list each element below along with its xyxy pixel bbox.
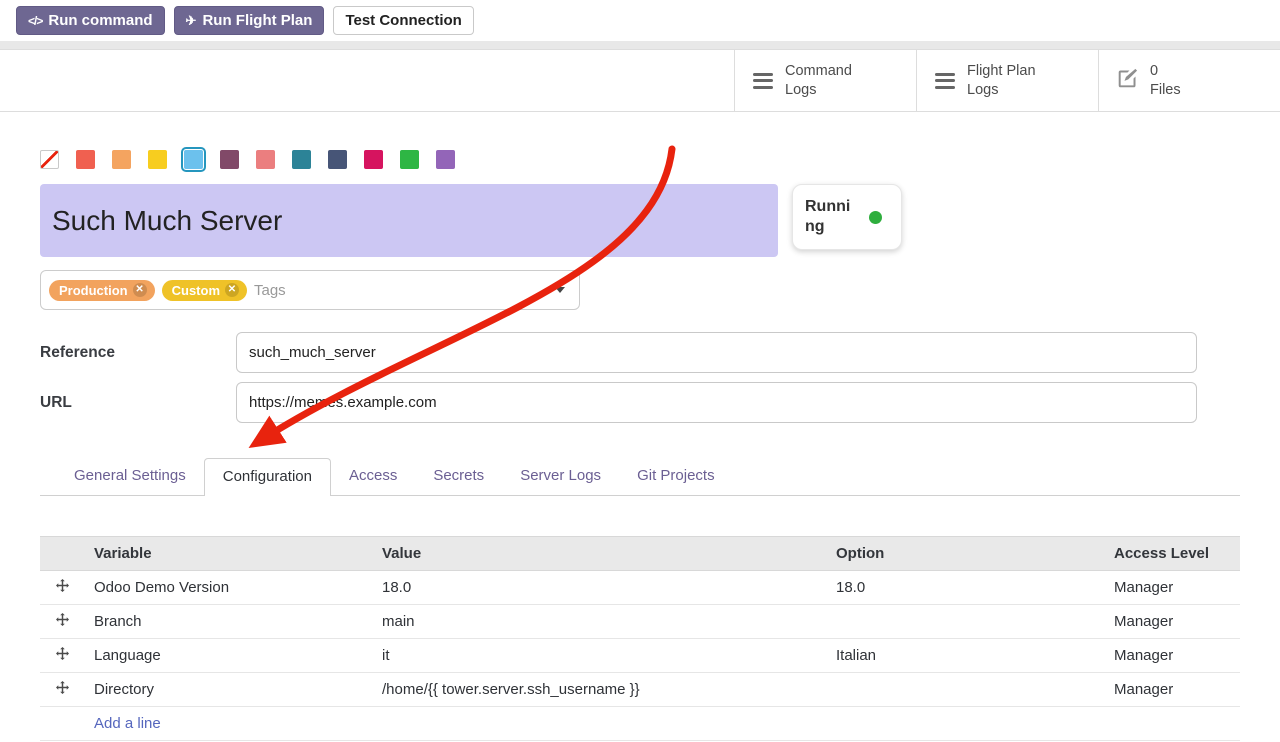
tags-placeholder: Tags xyxy=(254,282,286,299)
test-connection-label: Test Connection xyxy=(345,12,461,29)
column-header-value: Value xyxy=(372,537,826,571)
empty-cell xyxy=(40,707,84,741)
tab-access[interactable]: Access xyxy=(331,458,415,495)
menu-lines-icon xyxy=(753,69,773,92)
cell-variable[interactable]: Branch xyxy=(84,605,372,639)
column-header-variable: Variable xyxy=(84,537,372,571)
command-logs-button[interactable]: Command Logs xyxy=(734,50,916,111)
cell-access-level[interactable]: Manager xyxy=(1104,639,1240,673)
color-swatch-lightblue-selected[interactable] xyxy=(184,150,203,169)
remove-tag-icon[interactable]: ✕ xyxy=(225,283,239,297)
table-row[interactable]: Language it Italian Manager xyxy=(40,639,1240,673)
flight-plan-logs-button[interactable]: Flight Plan Logs xyxy=(916,50,1098,111)
reference-input[interactable] xyxy=(236,332,1197,373)
color-swatch-darkpurple[interactable] xyxy=(220,150,239,169)
separator-strip xyxy=(0,41,1280,50)
title-row: Running xyxy=(40,184,1240,257)
tab-git-projects[interactable]: Git Projects xyxy=(619,458,733,495)
reference-label: Reference xyxy=(40,344,236,362)
field-group: Reference URL xyxy=(40,332,1240,423)
table-row[interactable]: Directory /home/{{ tower.server.ssh_user… xyxy=(40,673,1240,707)
add-line-cell: Add a line xyxy=(84,707,1240,741)
color-swatch-teal[interactable] xyxy=(292,150,311,169)
tab-server-logs[interactable]: Server Logs xyxy=(502,458,619,495)
cell-value[interactable]: /home/{{ tower.server.ssh_username }} xyxy=(372,673,826,707)
run-flight-plan-button[interactable]: ✈ Run Flight Plan xyxy=(174,6,325,35)
color-swatch-magenta[interactable] xyxy=(364,150,383,169)
add-line-row: Add a line xyxy=(40,707,1240,741)
files-button[interactable]: 0 Files xyxy=(1098,50,1280,111)
files-label: 0 Files xyxy=(1150,62,1181,100)
chevron-down-icon[interactable] xyxy=(555,287,565,293)
url-input[interactable] xyxy=(236,382,1197,423)
color-swatch-red[interactable] xyxy=(76,150,95,169)
column-header-access-level: Access Level xyxy=(1104,537,1240,571)
url-field-row: URL xyxy=(40,382,1240,423)
run-command-button[interactable]: </> Run command xyxy=(16,6,165,35)
reference-field-row: Reference xyxy=(40,332,1240,373)
color-palette xyxy=(40,150,1240,169)
remove-tag-icon[interactable]: ✕ xyxy=(133,283,147,297)
color-swatch-navy[interactable] xyxy=(328,150,347,169)
form-sheet: Running Production ✕ Custom ✕ Tags Refer… xyxy=(0,150,1280,741)
add-line-link[interactable]: Add a line xyxy=(94,715,161,732)
table-row[interactable]: Odoo Demo Version 18.0 18.0 Manager xyxy=(40,571,1240,605)
column-header-option: Option xyxy=(826,537,1104,571)
drag-handle-icon[interactable] xyxy=(40,673,84,707)
color-swatch-orange[interactable] xyxy=(112,150,131,169)
url-label: URL xyxy=(40,394,236,412)
run-command-label: Run command xyxy=(48,12,152,29)
cell-variable[interactable]: Language xyxy=(84,639,372,673)
tab-general-settings[interactable]: General Settings xyxy=(56,458,204,495)
status-green-dot-icon xyxy=(869,211,882,224)
color-swatch-salmon[interactable] xyxy=(256,150,275,169)
cell-access-level[interactable]: Manager xyxy=(1104,673,1240,707)
test-connection-button[interactable]: Test Connection xyxy=(333,6,473,35)
table-header-row: Variable Value Option Access Level xyxy=(40,537,1240,571)
edit-pencil-icon xyxy=(1117,68,1138,94)
tag-production-label: Production xyxy=(59,283,128,298)
cell-value[interactable]: 18.0 xyxy=(372,571,826,605)
cell-variable[interactable]: Odoo Demo Version xyxy=(84,571,372,605)
color-swatch-none[interactable] xyxy=(40,150,59,169)
top-toolbar: </> Run command ✈ Run Flight Plan Test C… xyxy=(0,0,1280,41)
drag-handle-icon[interactable] xyxy=(40,571,84,605)
drag-column-header xyxy=(40,537,84,571)
tag-production[interactable]: Production ✕ xyxy=(49,280,155,301)
cell-option[interactable]: Italian xyxy=(826,639,1104,673)
cell-access-level[interactable]: Manager xyxy=(1104,605,1240,639)
drag-handle-icon[interactable] xyxy=(40,639,84,673)
table-row[interactable]: Branch main Manager xyxy=(40,605,1240,639)
run-flight-plan-label: Run Flight Plan xyxy=(202,12,312,29)
cell-variable[interactable]: Directory xyxy=(84,673,372,707)
command-logs-label: Command Logs xyxy=(785,62,852,100)
tab-secrets[interactable]: Secrets xyxy=(415,458,502,495)
menu-lines-icon xyxy=(935,69,955,92)
cell-option[interactable] xyxy=(826,605,1104,639)
cell-option[interactable] xyxy=(826,673,1104,707)
code-icon: </> xyxy=(28,14,42,28)
status-label: Running xyxy=(805,197,860,237)
server-name-input[interactable] xyxy=(40,184,778,257)
configuration-table: Variable Value Option Access Level Odoo … xyxy=(40,536,1240,741)
tag-custom-label: Custom xyxy=(172,283,220,298)
cell-value[interactable]: it xyxy=(372,639,826,673)
tab-configuration[interactable]: Configuration xyxy=(204,458,331,496)
status-badge[interactable]: Running xyxy=(792,184,902,250)
flight-plan-logs-label: Flight Plan Logs xyxy=(967,62,1036,100)
cell-access-level[interactable]: Manager xyxy=(1104,571,1240,605)
drag-handle-icon[interactable] xyxy=(40,605,84,639)
tags-field[interactable]: Production ✕ Custom ✕ Tags xyxy=(40,270,580,310)
color-swatch-yellow[interactable] xyxy=(148,150,167,169)
color-swatch-green[interactable] xyxy=(400,150,419,169)
paper-plane-icon: ✈ xyxy=(186,13,197,29)
color-swatch-purple[interactable] xyxy=(436,150,455,169)
cell-value[interactable]: main xyxy=(372,605,826,639)
cell-option[interactable]: 18.0 xyxy=(826,571,1104,605)
tag-custom[interactable]: Custom ✕ xyxy=(162,280,247,301)
record-header: Command Logs Flight Plan Logs 0 Files xyxy=(0,50,1280,112)
notebook-tabs: General Settings Configuration Access Se… xyxy=(40,458,1240,496)
